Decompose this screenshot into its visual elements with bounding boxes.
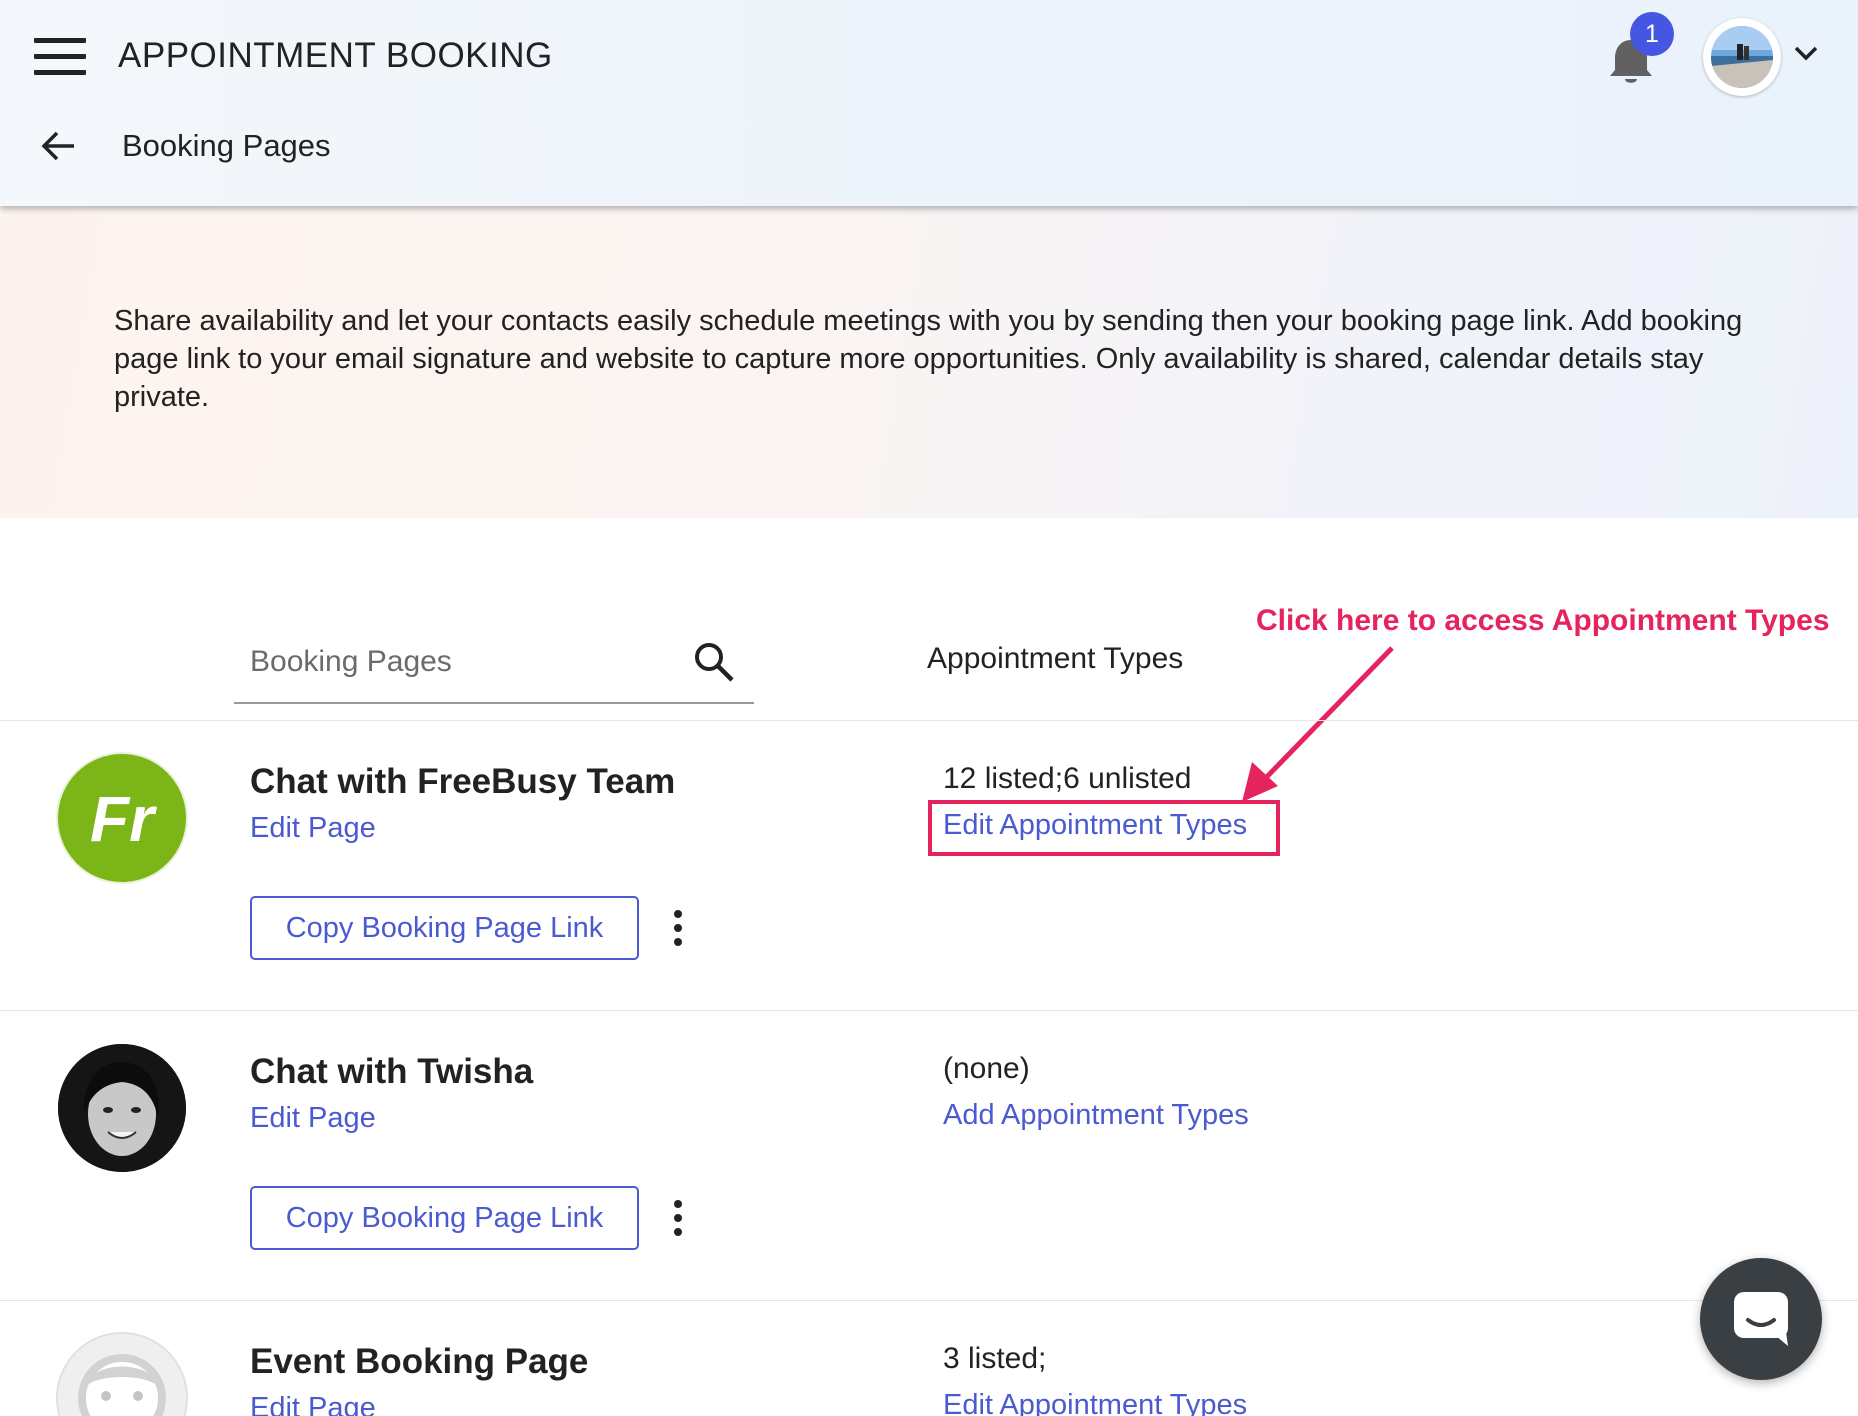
appointment-types-summary: 3 listed; [943,1342,1047,1375]
edit-page-link[interactable]: Edit Page [250,812,376,845]
chat-icon [1734,1292,1788,1346]
app-header: APPOINTMENT BOOKING 1 Booking Pages [0,0,1858,206]
divider [0,720,1858,721]
more-vert-icon[interactable] [665,906,691,950]
booking-page-name: Chat with Twisha [250,1052,534,1091]
divider [0,1300,1858,1301]
divider [0,1010,1858,1011]
user-avatar[interactable] [1703,18,1781,96]
annotation-callout: Click here to access Appointment Types [1256,604,1830,637]
search-input[interactable] [250,638,670,686]
copy-booking-link-button[interactable]: Copy Booking Page Link [250,1186,639,1250]
menu-icon[interactable] [34,38,86,76]
booking-page-name: Chat with FreeBusy Team [250,762,676,801]
booking-page-avatar [58,1334,186,1416]
app-title: APPOINTMENT BOOKING [118,36,553,75]
edit-appointment-types-link[interactable]: Edit Appointment Types [943,1389,1247,1416]
booking-page-avatar [58,1044,186,1172]
more-vert-icon[interactable] [665,1196,691,1240]
chat-button[interactable] [1700,1258,1822,1380]
search-field [234,628,754,704]
intro-text: Share availability and let your contacts… [114,305,1743,413]
edit-page-link[interactable]: Edit Page [250,1392,376,1416]
intro-banner: Share availability and let your contacts… [0,206,1858,518]
chevron-down-icon[interactable] [1792,42,1820,64]
appointment-types-summary: 12 listed;6 unlisted [943,762,1192,795]
page-title: Booking Pages [122,128,331,163]
copy-booking-link-button[interactable]: Copy Booking Page Link [250,896,639,960]
back-arrow-icon[interactable] [38,126,78,166]
booking-page-name: Event Booking Page [250,1342,589,1381]
notification-badge: 1 [1630,12,1674,56]
edit-appointment-types-link[interactable]: Edit Appointment Types [943,809,1247,842]
edit-page-link[interactable]: Edit Page [250,1102,376,1135]
booking-page-avatar: Fr [58,754,186,882]
annotation-arrow-icon [1242,646,1394,802]
add-appointment-types-link[interactable]: Add Appointment Types [943,1099,1249,1132]
appointment-types-header: Appointment Types [927,642,1184,675]
search-icon[interactable] [692,640,736,684]
appointment-types-summary: (none) [943,1052,1030,1085]
